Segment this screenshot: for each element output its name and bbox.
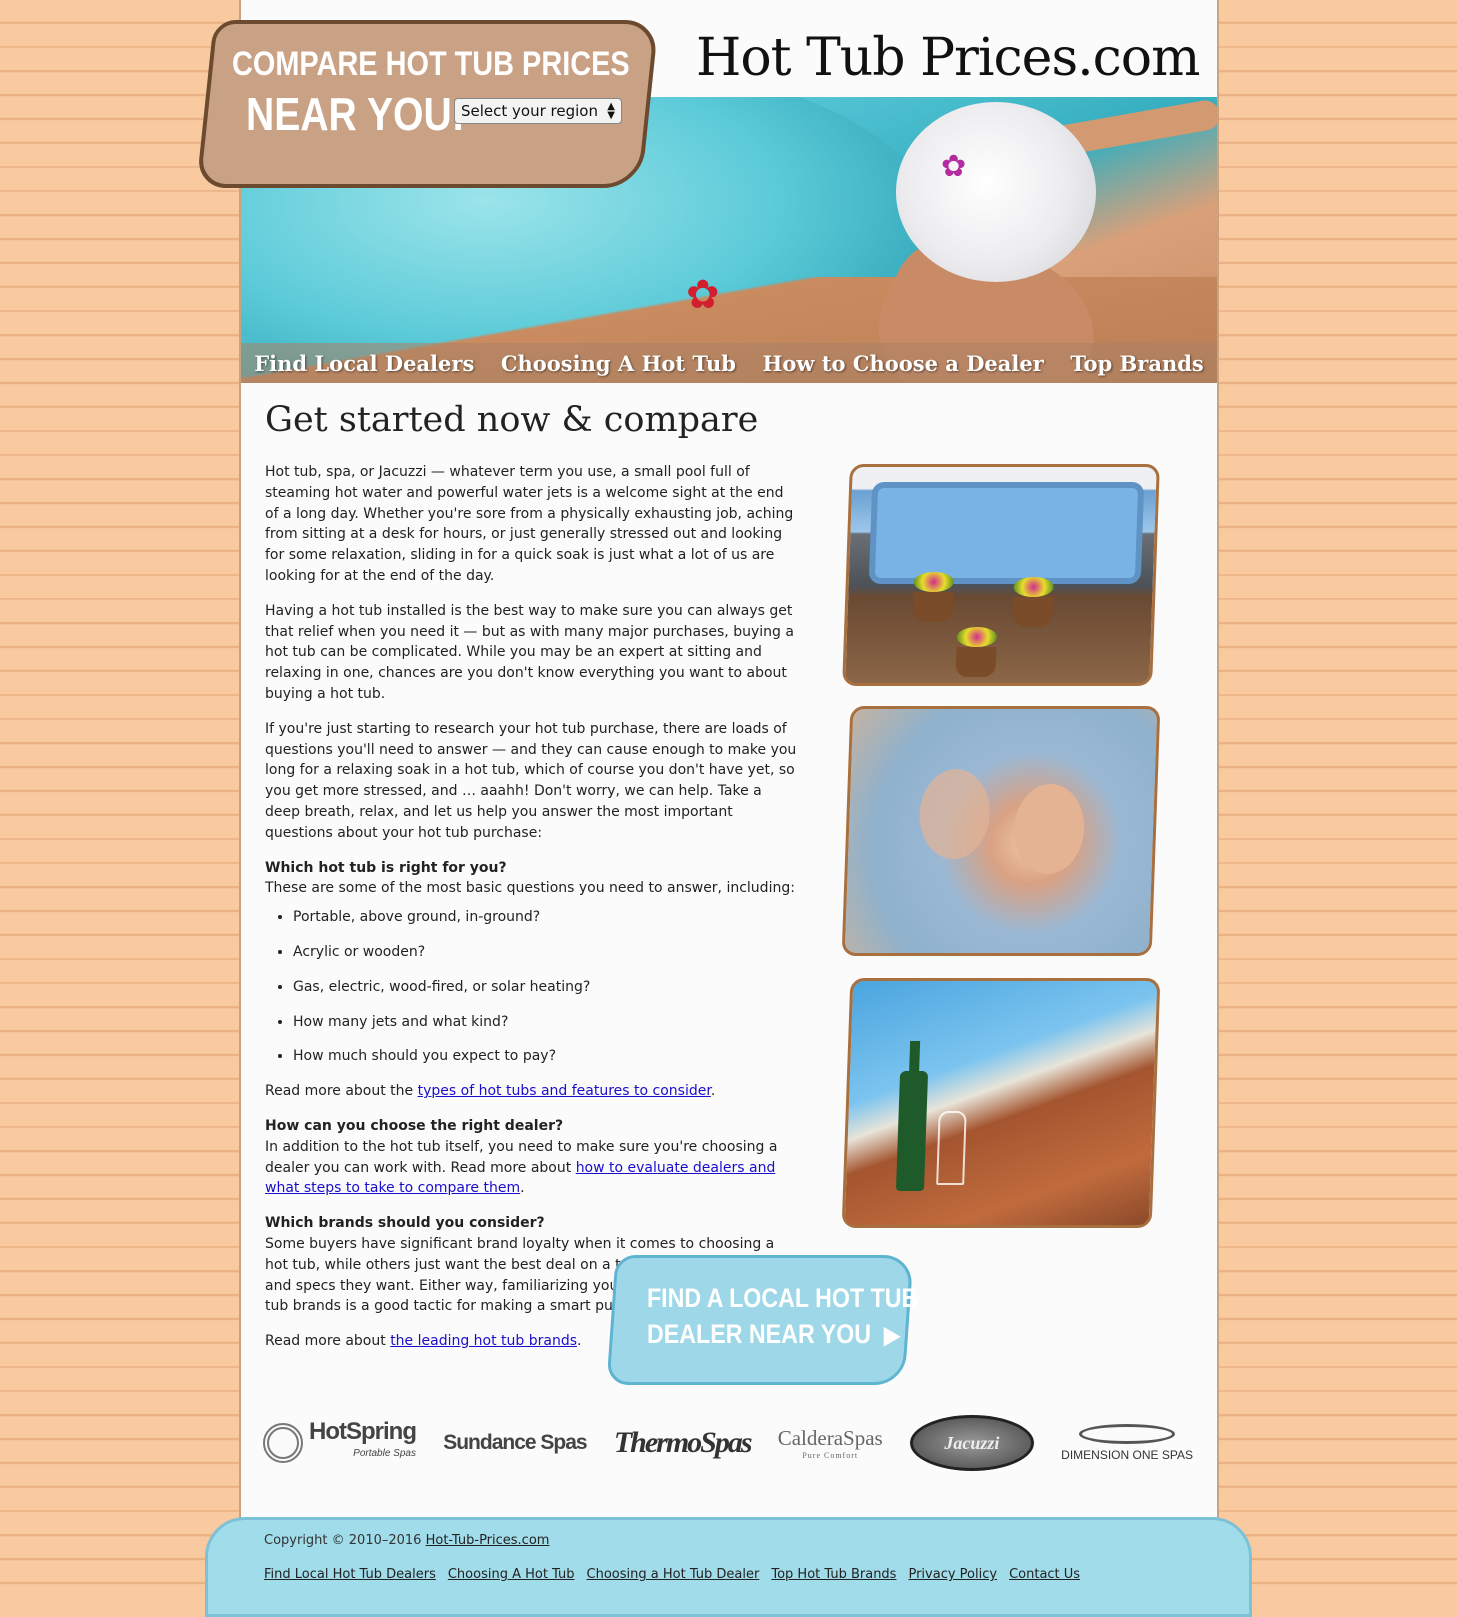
section-intro-hot-tub: These are some of the most basic questio… <box>265 880 795 897</box>
compare-headline: COMPARE HOT TUB PRICES <box>232 45 630 83</box>
nav-choosing-a-hot-tub[interactable]: Choosing A Hot Tub <box>501 351 736 376</box>
select-arrows-icon: ▲ ▼ <box>607 101 615 121</box>
section-heading-hot-tub: Which hot tub is right for you? <box>265 859 507 876</box>
find-dealer-cta-text[interactable]: FIND A LOCAL HOT TUB DEALER NEAR YOU ▶ <box>647 1280 918 1354</box>
caldera-sub: Pure Comfort <box>802 1451 859 1460</box>
section-heading-brands: Which brands should you consider? <box>265 1215 545 1232</box>
brand-logos: HotSpring Portable Spas Sundance Spas Th… <box>263 1408 1193 1478</box>
drink-flower-icon: ✿ <box>686 272 720 318</box>
region-select[interactable]: Select your region ▲ ▼ <box>454 98 622 124</box>
list-item: How many jets and what kind? <box>293 1012 800 1033</box>
footer-link-choosing-hot-tub[interactable]: Choosing A Hot Tub <box>448 1567 575 1582</box>
intro-paragraph-1: Hot tub, spa, or Jacuzzi — whatever term… <box>265 464 794 584</box>
site-title[interactable]: Hot Tub Prices.com <box>696 28 1200 88</box>
list-item: Gas, electric, wood-fired, or solar heat… <box>293 977 800 998</box>
main-content: Hot tub, spa, or Jacuzzi — whatever term… <box>265 462 800 1366</box>
hotspring-name: HotSpring <box>309 1418 417 1445</box>
list-item: Portable, above ground, in-ground? <box>293 907 800 928</box>
sundance-logo[interactable]: Sundance Spas <box>443 1431 587 1455</box>
caldera-name: CalderaSpas <box>777 1426 883 1450</box>
flower-pot <box>1012 597 1054 627</box>
jacuzzi-logo[interactable]: Jacuzzi <box>909 1415 1034 1471</box>
hotspring-sub: Portable Spas <box>353 1448 416 1459</box>
footer-link-choosing-dealer[interactable]: Choosing a Hot Tub Dealer <box>587 1567 760 1582</box>
flower-pot <box>955 647 997 677</box>
nav-how-to-choose-dealer[interactable]: How to Choose a Dealer <box>763 351 1044 376</box>
list-item: Acrylic or wooden? <box>293 942 800 963</box>
dealer-paragraph: In addition to the hot tub itself, you n… <box>265 1137 800 1199</box>
near-you-label: NEAR YOU: <box>246 88 465 140</box>
compare-badge-content: COMPARE HOT TUB PRICES NEAR YOU: Select … <box>232 45 632 155</box>
read-more-prefix: Read more about the <box>265 1083 418 1100</box>
cta-line-2-text: DEALER NEAR YOU <box>647 1319 872 1349</box>
photo-face <box>918 769 992 859</box>
cta-line-2: DEALER NEAR YOU ▶ <box>647 1316 918 1354</box>
footer-link-top-brands[interactable]: Top Hot Tub Brands <box>771 1567 896 1582</box>
footer-links: Find Local Hot Tub Dealers Choosing A Ho… <box>264 1567 1080 1582</box>
nav-find-local-dealers[interactable]: Find Local Dealers <box>254 351 474 376</box>
hotspring-swirl-icon <box>263 1423 303 1463</box>
hero-hat <box>896 102 1096 282</box>
question-list: Portable, above ground, in-ground? Acryl… <box>265 907 800 1067</box>
intro-paragraph-2: Having a hot tub installed is the best w… <box>265 602 794 702</box>
thermospas-logo[interactable]: ThermoSpas <box>614 1426 753 1460</box>
photo-outdoor-hot-tub <box>842 464 1160 686</box>
caldera-logo[interactable]: CalderaSpas Pure Comfort <box>778 1426 883 1460</box>
copyright-site-link[interactable]: Hot-Tub-Prices.com <box>426 1533 550 1548</box>
footer-link-contact-us[interactable]: Contact Us <box>1009 1567 1080 1582</box>
hotspring-logo[interactable]: HotSpring Portable Spas <box>263 1418 417 1465</box>
play-arrow-icon: ▶ <box>883 1322 900 1349</box>
leading-brands-link[interactable]: the leading hot tub brands <box>390 1333 577 1349</box>
region-select-value: Select your region <box>461 102 598 120</box>
main-nav: Find Local Dealers Choosing A Hot Tub Ho… <box>241 343 1217 383</box>
photo-tub-shape <box>868 482 1145 584</box>
flower-pot-flowers <box>1013 577 1054 597</box>
cta-line-1: FIND A LOCAL HOT TUB <box>647 1283 919 1313</box>
flower-pot-flowers <box>956 627 998 647</box>
section-heading-dealer: How can you choose the right dealer? <box>265 1117 564 1134</box>
copyright-text: Copyright © 2010–2016 <box>264 1533 426 1548</box>
photo-couple-in-tub <box>841 706 1161 956</box>
read-more-types: Read more about the types of hot tubs an… <box>265 1081 800 1102</box>
types-of-hot-tubs-link[interactable]: types of hot tubs and features to consid… <box>418 1083 711 1099</box>
read-more-prefix: Read more about <box>265 1333 391 1350</box>
intro-paragraph-3: If you're just starting to research your… <box>265 720 797 841</box>
photo-face <box>1012 784 1086 874</box>
wine-bottle <box>895 1071 929 1191</box>
dimension-one-ring-icon <box>1079 1424 1176 1444</box>
dealer-suffix: . <box>520 1180 525 1197</box>
footer-copyright: Copyright © 2010–2016 Hot-Tub-Prices.com <box>264 1533 549 1548</box>
photo-tub-with-wine <box>841 978 1161 1228</box>
wine-glass <box>936 1111 967 1185</box>
nav-top-brands[interactable]: Top Brands <box>1070 351 1203 376</box>
list-item: How much should you expect to pay? <box>293 1046 800 1067</box>
read-more-suffix: . <box>577 1333 582 1350</box>
flower-pot-flowers <box>913 572 955 592</box>
footer-link-find-dealers[interactable]: Find Local Hot Tub Dealers <box>264 1567 436 1582</box>
page-headline: Get started now & compare <box>265 400 759 440</box>
read-more-suffix: . <box>710 1083 716 1100</box>
dimension-one-logo[interactable]: DIMENSION ONE SPAS <box>1061 1424 1193 1462</box>
dimension-one-name: DIMENSION ONE SPAS <box>1061 1448 1193 1462</box>
flower-pot <box>912 592 954 622</box>
footer-link-privacy-policy[interactable]: Privacy Policy <box>908 1567 997 1582</box>
hat-flower-icon: ✿ <box>941 149 967 184</box>
